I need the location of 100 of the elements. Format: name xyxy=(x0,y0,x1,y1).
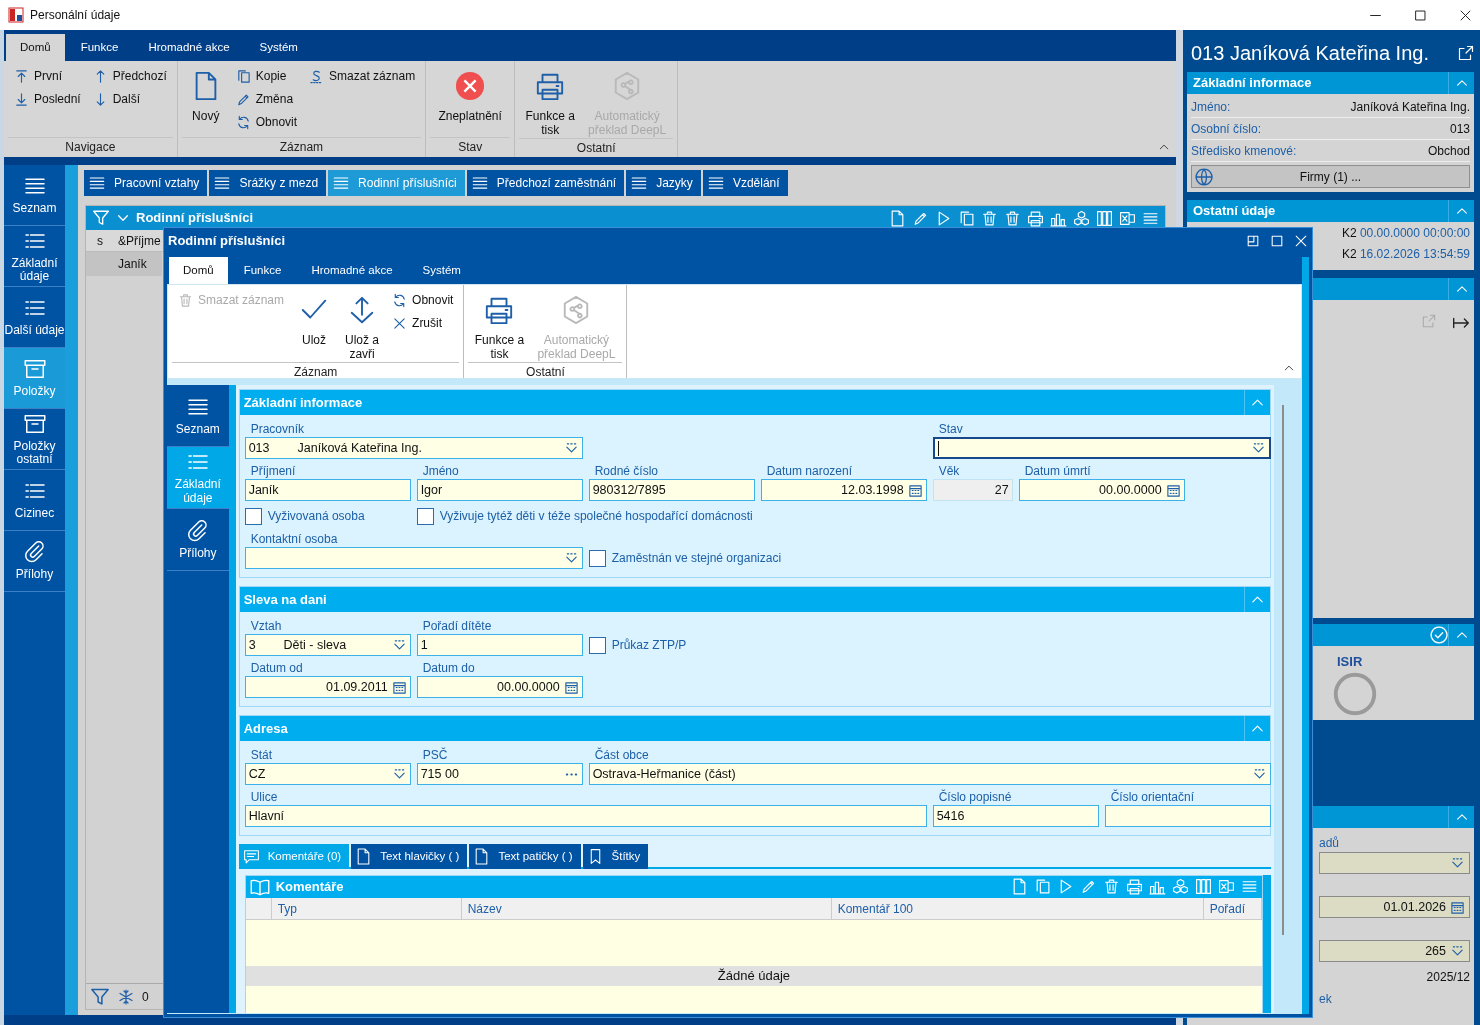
text-field[interactable]: 5416 xyxy=(932,805,1099,827)
ribbon-button[interactable]: Ulož xyxy=(292,289,337,348)
calendar-icon[interactable] xyxy=(563,679,579,695)
combo-box[interactable]: 3 Děti - sleva xyxy=(244,634,411,656)
combo-box[interactable]: CZ xyxy=(244,763,411,785)
field-value: 2025/12 xyxy=(1425,969,1470,986)
tab[interactable]: Štítky xyxy=(582,844,649,869)
ribbon-tab[interactable]: Hromadné akce xyxy=(297,257,407,284)
tab[interactable]: Srážky z mezd xyxy=(209,170,327,196)
ribbon-tab[interactable]: Funkce xyxy=(66,34,133,61)
splitter[interactable] xyxy=(228,385,236,1013)
ribbon-tab[interactable]: Systém xyxy=(408,257,475,284)
tab[interactable]: Pracovní vztahy xyxy=(84,170,208,196)
scrollbar[interactable] xyxy=(1302,257,1309,1014)
field-label: Datum úmrtí xyxy=(1023,463,1092,479)
combo-box[interactable]: Ostrava-Heřmanice (část) xyxy=(588,763,1271,785)
column-header[interactable]: Komentář 100 xyxy=(831,897,1204,919)
text-field[interactable]: Janík xyxy=(244,479,411,501)
column-header[interactable]: s xyxy=(86,231,114,250)
column-header[interactable]: Typ xyxy=(271,897,462,919)
trash-icon[interactable] xyxy=(1103,878,1121,896)
ribbon-button[interactable]: Obnovit xyxy=(388,289,458,311)
date-field[interactable]: 12.03.1998 xyxy=(760,479,927,501)
checkbox[interactable] xyxy=(588,636,606,654)
tab[interactable]: Předchozí zaměstnání xyxy=(466,170,625,196)
nav-item[interactable]: Přílohy xyxy=(167,509,229,571)
text-field[interactable]: Igor xyxy=(416,479,583,501)
field-label: Pořadí dítěte xyxy=(421,618,493,634)
scrollbar[interactable] xyxy=(1263,875,1272,1013)
ribbon-tab[interactable]: Domů xyxy=(6,34,65,61)
copy-icon[interactable] xyxy=(1034,878,1052,896)
columns-icon[interactable] xyxy=(1096,209,1113,227)
close-icon[interactable] xyxy=(1459,8,1472,22)
snowflake-icon[interactable] xyxy=(118,988,134,1005)
column-header[interactable]: Název xyxy=(461,897,832,919)
date-field[interactable]: 01.01.2026 xyxy=(1319,896,1470,918)
ribbon-button[interactable]: Ulož a zavři xyxy=(340,289,385,362)
calendar-icon[interactable] xyxy=(907,482,923,498)
ribbon-button[interactable]: Smazat záznam xyxy=(305,65,420,87)
date-field[interactable]: 00.00.0000 xyxy=(416,676,583,698)
lookup-field[interactable]: 715 00 xyxy=(416,763,583,785)
combo-box[interactable]: 265 xyxy=(1319,940,1470,962)
tab[interactable]: Text hlavičky ( ) xyxy=(351,844,468,869)
checkbox[interactable] xyxy=(588,549,606,567)
ribbon-button[interactable]: Zrušit xyxy=(388,312,458,334)
calendar-icon[interactable] xyxy=(391,679,407,695)
combo-box[interactable]: 013 Janíková Kateřina Ing. xyxy=(244,437,583,459)
calendar-icon[interactable] xyxy=(1165,482,1181,498)
filter-icon[interactable] xyxy=(90,986,110,1007)
ribbon-button[interactable]: Další xyxy=(88,88,171,110)
checkbox[interactable] xyxy=(244,507,262,525)
ribbon-button[interactable]: Funkce a tisk xyxy=(521,65,580,138)
maximize-icon[interactable] xyxy=(1414,8,1427,22)
group-label: Navigace xyxy=(8,137,173,157)
ribbon-button[interactable]: Poslední xyxy=(10,88,85,110)
text-field[interactable]: Hlavní xyxy=(244,805,927,827)
ribbon-tab[interactable]: Systém xyxy=(245,34,312,61)
combo-box[interactable] xyxy=(932,437,1271,459)
ribbon-button[interactable]: Nový xyxy=(183,65,228,124)
ribbon-button[interactable]: Funkce a tisk xyxy=(470,289,529,362)
ribbon-tab[interactable]: Funkce xyxy=(229,257,296,284)
columns-icon[interactable] xyxy=(1195,878,1213,896)
ribbon-button[interactable]: Předchozí xyxy=(88,65,171,87)
close-icon[interactable] xyxy=(1294,233,1308,248)
date-field[interactable]: 01.09.2011 xyxy=(244,676,411,698)
column-header[interactable]: Pořadí xyxy=(1203,897,1263,919)
tab[interactable]: Vzdělání xyxy=(702,170,788,196)
text-field[interactable] xyxy=(1104,805,1271,827)
tab[interactable]: Jazyky xyxy=(626,170,701,196)
printer-icon[interactable] xyxy=(1027,209,1044,227)
number-field[interactable]: 1 xyxy=(416,634,583,656)
trash-icon[interactable] xyxy=(1004,209,1021,227)
ribbon-tab[interactable]: Hromadné akce xyxy=(134,34,244,61)
companies-button[interactable]: Firmy (1) ... xyxy=(1191,165,1470,188)
readonly-field: 27 xyxy=(932,479,1013,501)
date-field[interactable]: 00.00.0000 xyxy=(1018,479,1185,501)
cubes-icon[interactable] xyxy=(1172,878,1190,896)
dock-icon[interactable] xyxy=(1246,233,1260,248)
ribbon-button[interactable]: Zneplatnění xyxy=(432,65,509,124)
table-row[interactable]: Janík xyxy=(86,252,162,276)
trash-icon[interactable] xyxy=(981,209,998,227)
filter-icon[interactable] xyxy=(92,209,110,227)
ribbon-button[interactable]: První xyxy=(10,65,85,87)
spreadsheet-icon[interactable] xyxy=(1218,878,1236,896)
spreadsheet-icon[interactable] xyxy=(1119,209,1136,227)
copy-icon[interactable] xyxy=(958,209,975,227)
ribbon-button[interactable]: Kopie xyxy=(231,65,302,87)
text-field[interactable]: 980312/7895 xyxy=(588,479,755,501)
ribbon-button[interactable]: Změna xyxy=(231,88,302,110)
scrollbar[interactable] xyxy=(1282,405,1285,935)
printer-icon[interactable] xyxy=(1126,878,1144,896)
maximize-icon[interactable] xyxy=(1270,233,1284,248)
column-header[interactable]: &Příjme xyxy=(114,231,162,250)
tab[interactable]: Text patičky ( ) xyxy=(469,844,581,869)
calendar-icon[interactable] xyxy=(1450,899,1465,915)
ribbon-tab[interactable]: Domů xyxy=(169,257,228,284)
checkbox[interactable] xyxy=(416,507,434,525)
ribbon-button[interactable]: Obnovit xyxy=(231,111,302,133)
cubes-icon[interactable] xyxy=(1073,209,1090,227)
document-icon[interactable] xyxy=(889,209,906,227)
